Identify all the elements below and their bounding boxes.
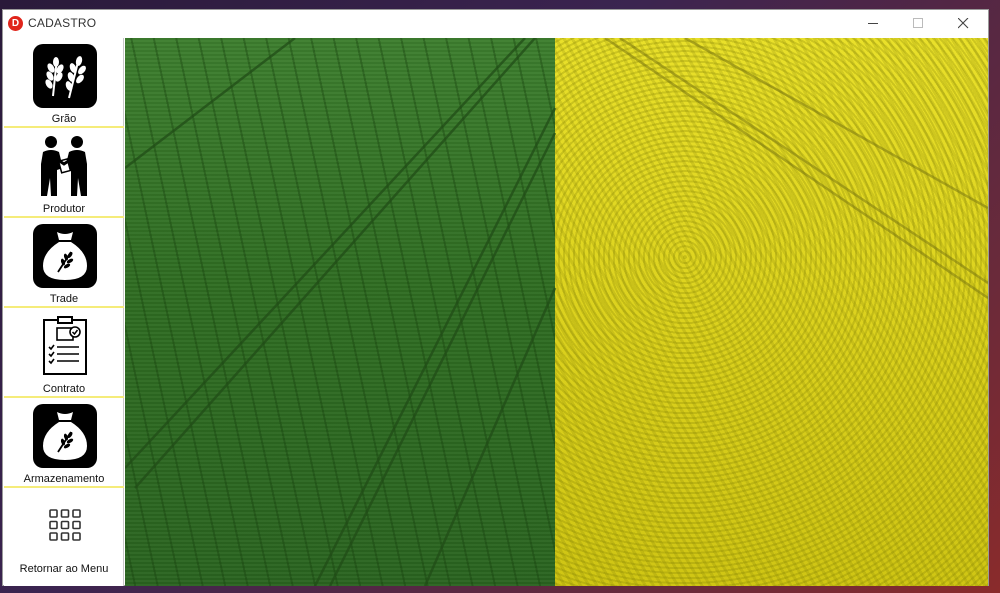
grid-menu-icon (33, 494, 97, 558)
grain-sack-icon (33, 224, 97, 288)
sidebar-item-armazenamento[interactable]: Armazenamento (4, 398, 124, 488)
sidebar-item-label: Armazenamento (23, 473, 105, 485)
sidebar-item-label: Grão (51, 113, 77, 125)
close-button[interactable] (941, 10, 986, 37)
sidebar-item-grao[interactable]: Grão (4, 38, 124, 128)
background-field-image (125, 38, 988, 586)
window-title: CADASTRO (28, 16, 97, 30)
handshake-icon (33, 134, 97, 198)
app-logo-icon: D (8, 16, 23, 31)
grain-sack-icon (33, 404, 97, 468)
sidebar-item-trade[interactable]: Trade (4, 218, 124, 308)
contract-icon (33, 314, 97, 378)
minimize-button[interactable] (851, 10, 896, 37)
sidebar-item-label: Contrato (42, 383, 86, 395)
sidebar-item-label: Trade (49, 293, 79, 305)
app-window: D CADASTRO Grão Produtor Trade Contrato … (2, 9, 989, 586)
title-bar[interactable]: D CADASTRO (3, 10, 988, 37)
minimize-icon (868, 23, 878, 24)
maximize-button[interactable] (896, 10, 941, 37)
sidebar-item-produtor[interactable]: Produtor (4, 128, 124, 218)
sidebar: Grão Produtor Trade Contrato Armazenamen… (4, 38, 124, 586)
sidebar-item-contrato[interactable]: Contrato (4, 308, 124, 398)
sidebar-item-label: Retornar ao Menu (19, 563, 109, 575)
close-icon (958, 18, 969, 29)
sidebar-item-retornar-menu[interactable]: Retornar ao Menu (4, 488, 124, 578)
wheat-icon (33, 44, 97, 108)
maximize-icon (913, 18, 923, 28)
sidebar-item-label: Produtor (42, 203, 86, 215)
tractor-tracks (125, 38, 988, 586)
